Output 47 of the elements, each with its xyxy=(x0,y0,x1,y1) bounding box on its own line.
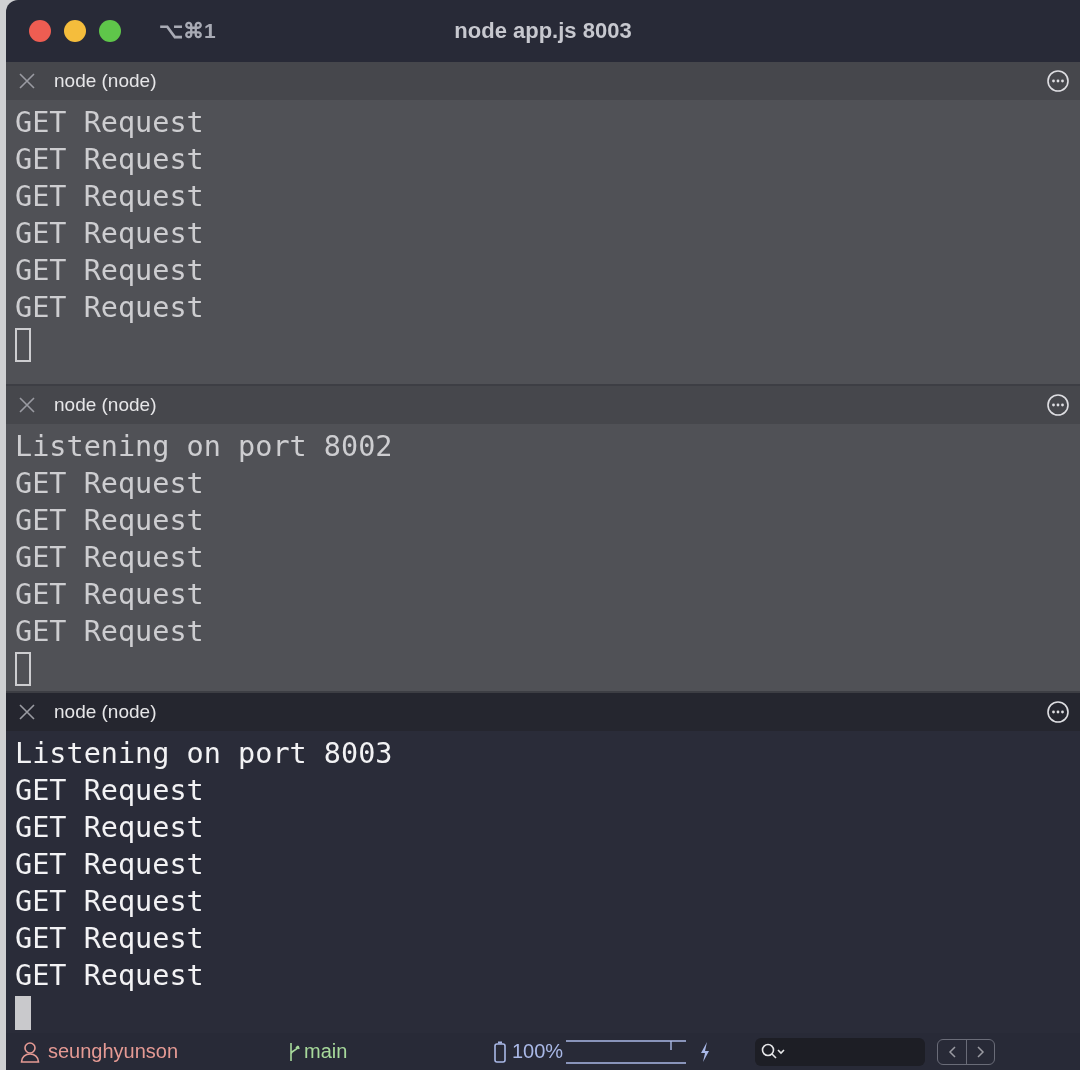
terminal-output-line: GET Request xyxy=(15,614,205,650)
terminal-output-line: GET Request xyxy=(15,179,205,215)
chevron-left-icon xyxy=(948,1045,957,1058)
more-options-icon[interactable] xyxy=(1046,700,1070,724)
window-shortcut: ⌥⌘1 xyxy=(159,19,216,43)
terminal-output-line: Listening on port 8003 xyxy=(15,736,394,772)
terminal-pane[interactable]: node (node) GET Request GET Request GET Request GET Request GET Request GET Request xyxy=(6,62,1080,384)
battery-icon xyxy=(494,1040,506,1063)
terminal-output-line: GET Request xyxy=(15,466,205,502)
close-window-button[interactable] xyxy=(29,20,51,42)
terminal-output-line: Listening on port 8002 xyxy=(15,429,394,465)
terminal-output-line: GET Request xyxy=(15,958,205,994)
terminal-output-line: GET Request xyxy=(15,884,205,920)
battery-percentage: 100% xyxy=(512,1040,564,1063)
more-options-icon[interactable] xyxy=(1046,393,1070,417)
terminal-output-line: GET Request xyxy=(15,921,205,957)
terminal-output-line: GET Request xyxy=(15,290,205,326)
terminal-output-line: GET Request xyxy=(15,142,205,178)
terminal-pane[interactable]: node (node) Listening on port 8003 GET Request GET Request GET Request GET Request GET Request GET Request xyxy=(6,693,1080,1033)
minimize-window-button[interactable] xyxy=(64,20,86,42)
user-icon xyxy=(20,1040,40,1063)
pane-title: node (node) xyxy=(54,394,158,416)
terminal-output-line: GET Request xyxy=(15,847,205,883)
git-branch-name: main xyxy=(304,1040,349,1063)
more-options-icon[interactable] xyxy=(1046,69,1070,93)
terminal-output-line: GET Request xyxy=(15,810,205,846)
terminal-output-line: GET Request xyxy=(15,577,205,613)
terminal-output-line: GET Request xyxy=(15,503,205,539)
pane-title: node (node) xyxy=(54,701,158,723)
close-icon[interactable] xyxy=(18,396,36,414)
search-icon xyxy=(761,1042,788,1061)
search-field[interactable] xyxy=(755,1037,926,1066)
close-icon[interactable] xyxy=(18,72,36,90)
git-branch-icon xyxy=(288,1041,300,1062)
window-title: node app.js 8003 xyxy=(454,18,632,44)
terminal-output-line: GET Request xyxy=(15,773,205,809)
close-icon[interactable] xyxy=(18,703,36,721)
zoom-window-button[interactable] xyxy=(99,20,121,42)
terminal-output-line: GET Request xyxy=(15,105,205,141)
terminal-output-line: GET Request xyxy=(15,253,205,289)
chevron-right-icon xyxy=(976,1045,985,1058)
user-name: seunghyunson xyxy=(48,1040,180,1063)
lightning-icon xyxy=(699,1040,712,1063)
terminal-output-line: GET Request xyxy=(15,216,205,252)
terminal-output-line: GET Request xyxy=(15,540,205,576)
terminal-pane[interactable]: node (node) Listening on port 8002 GET Request GET Request GET Request GET Request GET Request xyxy=(6,386,1080,691)
pane-title: node (node) xyxy=(54,70,158,92)
